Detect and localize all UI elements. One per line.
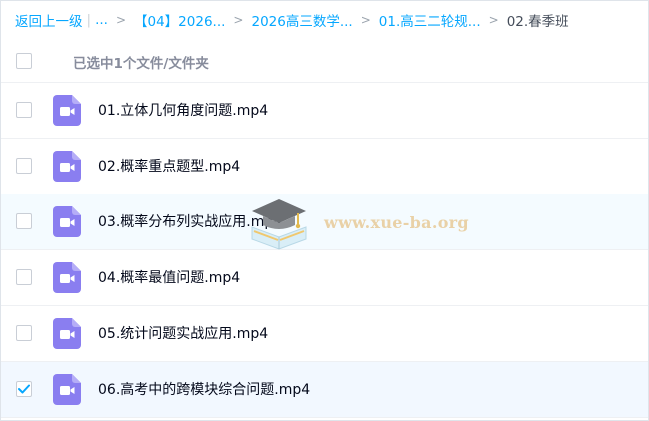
file-name[interactable]: 04.概率最值问题.mp4	[98, 267, 240, 287]
video-file-icon	[53, 206, 81, 237]
file-list-panel: 返回上一级 | ... > 【04】2026... > 2026高三数学... …	[0, 0, 649, 421]
file-checkbox[interactable]	[16, 269, 32, 285]
breadcrumb-item-1[interactable]: 【04】2026...	[134, 10, 225, 30]
file-checkbox[interactable]	[16, 158, 32, 174]
file-checkbox[interactable]	[16, 325, 32, 341]
file-name[interactable]: 06.高考中的跨模块综合问题.mp4	[98, 379, 310, 399]
video-file-icon	[53, 374, 81, 405]
file-checkbox-checked[interactable]	[16, 381, 32, 397]
select-all-checkbox[interactable]	[16, 53, 32, 69]
breadcrumb-separator: >	[233, 13, 244, 27]
file-row[interactable]: 01.立体几何角度问题.mp4	[1, 83, 648, 139]
breadcrumb-ellipsis[interactable]: ...	[95, 12, 108, 28]
breadcrumb-item-3[interactable]: 01.高三二轮规...	[379, 10, 481, 30]
video-file-icon	[53, 151, 81, 182]
checkmark-icon	[18, 384, 30, 394]
file-row[interactable]: 03.概率分布列实战应用.mp4	[1, 194, 648, 250]
back-link[interactable]: 返回上一级	[15, 10, 83, 30]
breadcrumb-item-2[interactable]: 2026高三数学...	[251, 10, 352, 30]
file-checkbox[interactable]	[16, 213, 32, 229]
file-row[interactable]: 04.概率最值问题.mp4	[1, 250, 648, 306]
file-row-selected[interactable]: 06.高考中的跨模块综合问题.mp4	[1, 362, 648, 418]
file-checkbox[interactable]	[16, 102, 32, 118]
breadcrumb-pipe: |	[86, 12, 92, 28]
video-file-icon	[53, 95, 81, 126]
breadcrumb-separator: >	[115, 13, 126, 27]
file-name[interactable]: 01.立体几何角度问题.mp4	[98, 100, 268, 120]
selection-status: 已选中1个文件/文件夹	[73, 56, 209, 72]
file-name[interactable]: 03.概率分布列实战应用.mp4	[98, 211, 282, 231]
file-row[interactable]: 05.统计问题实战应用.mp4	[1, 306, 648, 362]
breadcrumb: 返回上一级 | ... > 【04】2026... > 2026高三数学... …	[15, 9, 569, 31]
video-file-icon	[53, 318, 81, 349]
file-row[interactable]: 02.概率重点题型.mp4	[1, 139, 648, 195]
breadcrumb-current: 02.春季班	[506, 14, 569, 30]
list-header: 已选中1个文件/文件夹	[1, 40, 648, 83]
breadcrumb-separator: >	[488, 13, 499, 27]
file-name[interactable]: 02.概率重点题型.mp4	[98, 156, 240, 176]
file-name[interactable]: 05.统计问题实战应用.mp4	[98, 323, 268, 343]
video-file-icon	[53, 262, 81, 293]
breadcrumb-separator: >	[360, 13, 371, 27]
